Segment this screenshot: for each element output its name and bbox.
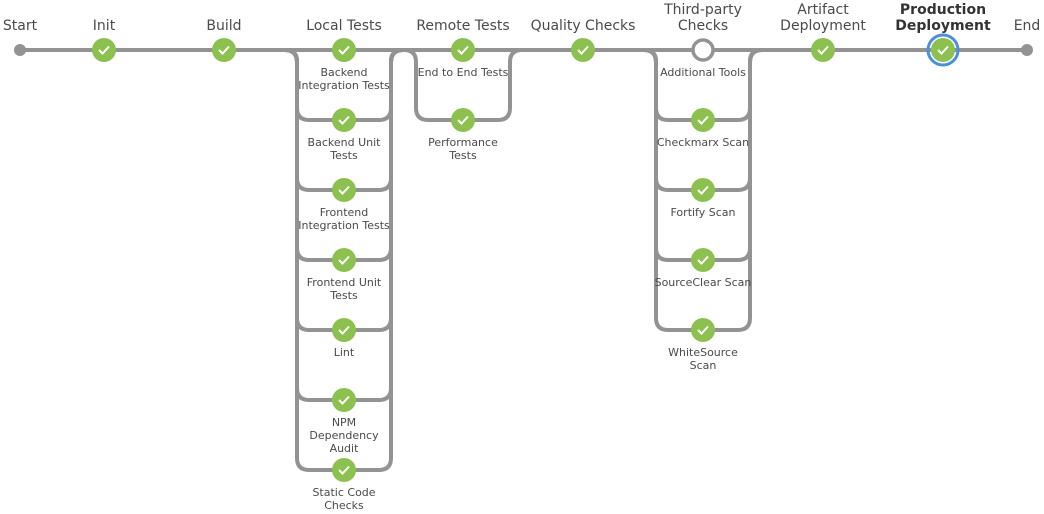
branch-label: Scan [690, 359, 717, 372]
success-status-icon [811, 38, 835, 62]
end-node [1021, 44, 1033, 56]
branch-node[interactable] [332, 458, 356, 482]
success-status-icon [332, 318, 356, 342]
branch-label: Tests [329, 149, 358, 162]
stage-label: Production [900, 2, 986, 18]
stage-node[interactable] [811, 38, 835, 62]
success-status-icon [691, 318, 715, 342]
branch-label: Integration Tests [298, 219, 390, 232]
branch-node[interactable] [451, 38, 475, 62]
branch-label: Checkmarx Scan [657, 136, 749, 149]
branch-node[interactable] [691, 108, 715, 132]
pipeline-graph: Start EndInit Build Local TestsBackendInteg… [3, 2, 1041, 512]
branch-node[interactable] [691, 318, 715, 342]
end-label: End [1014, 18, 1041, 34]
success-status-icon [931, 38, 955, 62]
branch-label: Frontend [320, 206, 369, 219]
branch-node[interactable] [691, 248, 715, 272]
branch-node[interactable] [332, 318, 356, 342]
success-status-icon [691, 178, 715, 202]
stage-node[interactable] [92, 38, 116, 62]
success-status-icon [691, 248, 715, 272]
stage-label: Build [206, 18, 241, 34]
not-built-status-icon [691, 38, 715, 62]
branch-label: Dependency [309, 429, 379, 442]
success-status-icon [332, 248, 356, 272]
branch-node[interactable] [332, 248, 356, 272]
branch-label: Performance [428, 136, 498, 149]
branch-label: NPM [332, 416, 356, 429]
branch-node[interactable] [691, 38, 715, 62]
stage-node[interactable] [926, 33, 960, 67]
stage-label: Checks [678, 18, 728, 34]
success-status-icon [571, 38, 595, 62]
stage-label: Quality Checks [531, 18, 636, 34]
branch-label: Backend Unit [308, 136, 382, 149]
branch-node[interactable] [332, 178, 356, 202]
stage-label: Remote Tests [416, 18, 509, 34]
branch-connector [643, 48, 763, 262]
stage-label: Artifact [797, 2, 849, 18]
branch-label: Static Code [312, 486, 375, 499]
success-status-icon [451, 108, 475, 132]
branch-label: Lint [334, 346, 355, 359]
branch-node[interactable] [691, 178, 715, 202]
branch-label: Checks [324, 499, 364, 512]
stage-label: Third-party [663, 2, 742, 18]
stage-label: Deployment [780, 18, 866, 34]
success-status-icon [332, 38, 356, 62]
branch-node[interactable] [332, 38, 356, 62]
branch-label: Tests [448, 149, 477, 162]
start-label: Start [3, 18, 38, 34]
success-status-icon [332, 458, 356, 482]
branch-label: End to End Tests [418, 66, 509, 79]
success-status-icon [92, 38, 116, 62]
stage-label: Deployment [895, 18, 991, 34]
branch-label: Fortify Scan [671, 206, 736, 219]
success-status-icon [451, 38, 475, 62]
success-status-icon [212, 38, 236, 62]
connectors [20, 48, 1027, 472]
branch-node[interactable] [332, 388, 356, 412]
branch-label: Frontend Unit [307, 276, 382, 289]
start-node [14, 44, 26, 56]
success-status-icon [332, 388, 356, 412]
branch-label: Integration Tests [298, 79, 390, 92]
branch-node[interactable] [451, 108, 475, 132]
stage-label: Local Tests [306, 18, 382, 34]
branch-label: Tests [329, 289, 358, 302]
branch-label: Backend [320, 66, 367, 79]
branch-label: WhiteSource [668, 346, 738, 359]
success-status-icon [332, 108, 356, 132]
success-status-icon [691, 108, 715, 132]
branch-node[interactable] [332, 108, 356, 132]
branch-label: Audit [330, 442, 360, 455]
stage-node[interactable] [571, 38, 595, 62]
branch-label: Additional Tools [660, 66, 746, 79]
stage-label: Init [93, 18, 116, 34]
stage-node[interactable] [212, 38, 236, 62]
success-status-icon [332, 178, 356, 202]
branch-label: SourceClear Scan [655, 276, 752, 289]
